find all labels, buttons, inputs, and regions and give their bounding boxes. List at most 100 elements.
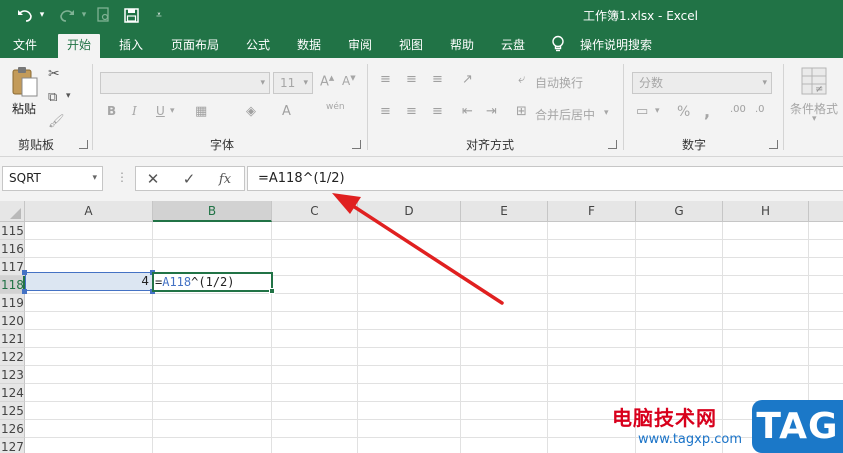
tab-page-layout[interactable]: 页面布局 — [162, 34, 228, 58]
tab-file[interactable]: 文件 — [4, 34, 46, 58]
tab-cloud[interactable]: 云盘 — [492, 34, 534, 58]
row-header[interactable]: 123 — [0, 366, 25, 384]
italic-button[interactable]: I — [132, 104, 137, 118]
clipboard-group-label: 剪贴板 — [18, 138, 55, 152]
align-left-icon[interactable]: ≡ — [380, 104, 391, 120]
decrease-font-icon[interactable]: A▼ — [342, 74, 356, 88]
tab-insert[interactable]: 插入 — [110, 34, 152, 58]
column-header-e[interactable]: E — [461, 201, 548, 222]
select-all-corner[interactable] — [0, 201, 25, 222]
row-header[interactable]: 119 — [0, 294, 25, 312]
tab-view[interactable]: 视图 — [390, 34, 432, 58]
paste-button[interactable]: 粘贴 — [12, 100, 36, 117]
column-header-b[interactable]: B — [153, 201, 272, 222]
accounting-format-icon[interactable]: ▭ — [636, 104, 648, 120]
decrease-decimal-icon[interactable]: .0 — [755, 102, 765, 118]
comma-style-button[interactable]: , — [704, 102, 710, 121]
tab-data[interactable]: 数据 — [288, 34, 330, 58]
copy-icon[interactable]: ⧉ — [48, 90, 57, 105]
column-header-h[interactable]: H — [723, 201, 809, 222]
reference-handle[interactable] — [22, 289, 27, 294]
tab-formulas[interactable]: 公式 — [237, 34, 279, 58]
percent-style-button[interactable]: % — [677, 104, 690, 120]
title-bar: ▾ ▾ ⩡ 工作簿1.xlsx - Excel — [0, 0, 843, 30]
row-header[interactable]: 115 — [0, 222, 25, 240]
column-header-f[interactable]: F — [548, 201, 636, 222]
column-header-c[interactable]: C — [272, 201, 358, 222]
undo-dropdown-icon[interactable]: ▾ — [36, 4, 48, 26]
top-align-icon[interactable]: ≡ — [380, 72, 391, 88]
conditional-format-dropdown-icon[interactable]: ▾ — [812, 114, 817, 124]
decrease-indent-icon[interactable]: ⇤ — [462, 104, 473, 120]
underline-button[interactable]: U — [156, 104, 165, 118]
row-header[interactable]: 127 — [0, 438, 25, 453]
group-divider — [623, 64, 624, 150]
align-center-icon[interactable]: ≡ — [406, 104, 417, 120]
middle-align-icon[interactable]: ≡ — [406, 72, 417, 88]
tab-help[interactable]: 帮助 — [441, 34, 483, 58]
wrap-text-icon[interactable]: ⤶ — [518, 72, 525, 88]
font-launcher-icon[interactable] — [352, 140, 361, 149]
name-box[interactable]: SQRT ▾ — [2, 166, 103, 191]
cell-b118-editing[interactable]: =A118^(1/2) — [152, 272, 273, 292]
undo-icon[interactable] — [14, 4, 36, 26]
redo-dropdown-icon[interactable]: ▾ — [78, 4, 90, 26]
cut-icon[interactable]: ✂ — [48, 66, 60, 82]
customize-qat-icon[interactable]: ⩡ — [152, 4, 166, 26]
formula-input[interactable]: =A118^(1/2) — [247, 166, 843, 191]
print-preview-icon[interactable] — [94, 4, 114, 26]
align-right-icon[interactable]: ≡ — [432, 104, 443, 120]
alignment-group-label: 对齐方式 — [466, 138, 515, 152]
tab-home[interactable]: 开始 — [58, 34, 101, 58]
row-header[interactable]: 122 — [0, 348, 25, 366]
watermark-url: www.tagxp.com — [638, 432, 742, 447]
merge-center-icon[interactable]: ⊞ — [516, 104, 527, 120]
paste-icon[interactable] — [10, 66, 40, 98]
cell-a118[interactable]: 4 — [25, 272, 153, 291]
reference-handle[interactable] — [22, 270, 27, 275]
insert-function-button[interactable]: fx — [213, 169, 237, 189]
number-format-dropdown[interactable]: 分数 ▾ — [632, 72, 772, 94]
tab-review[interactable]: 审阅 — [339, 34, 381, 58]
copy-dropdown-icon[interactable]: ▾ — [66, 91, 71, 101]
fill-handle[interactable] — [269, 288, 275, 294]
enter-button[interactable]: ✓ — [177, 169, 201, 189]
merge-dropdown-icon[interactable]: ▾ — [604, 108, 609, 118]
group-divider — [783, 64, 784, 150]
row-header[interactable]: 124 — [0, 384, 25, 402]
borders-icon[interactable]: ▦ — [195, 104, 207, 120]
row-header[interactable]: 116 — [0, 240, 25, 258]
bold-button[interactable]: B — [107, 104, 116, 118]
tell-me-search[interactable]: 操作说明搜索 — [571, 34, 661, 58]
conditional-format-icon[interactable]: ≠ — [800, 66, 828, 96]
orientation-icon[interactable]: ↗ — [462, 72, 473, 88]
alignment-launcher-icon[interactable] — [608, 140, 617, 149]
font-name-dropdown[interactable]: ▾ — [100, 72, 270, 94]
fill-color-icon[interactable]: ◈ — [246, 104, 256, 120]
row-header[interactable]: 121 — [0, 330, 25, 348]
wrap-text-button[interactable]: 自动换行 — [535, 74, 583, 91]
cancel-button[interactable]: ✕ — [141, 169, 165, 189]
row-header[interactable]: 125 — [0, 402, 25, 420]
column-header-a[interactable]: A — [25, 201, 153, 222]
bottom-align-icon[interactable]: ≡ — [432, 72, 443, 88]
increase-font-icon[interactable]: A▲ — [320, 74, 334, 89]
column-header-g[interactable]: G — [636, 201, 723, 222]
number-launcher-icon[interactable] — [769, 140, 778, 149]
underline-dropdown-icon[interactable]: ▾ — [170, 106, 175, 116]
font-color-icon[interactable]: A — [282, 104, 291, 120]
column-header-i[interactable] — [809, 201, 843, 222]
row-header[interactable]: 120 — [0, 312, 25, 330]
increase-decimal-icon[interactable]: .00 — [730, 102, 746, 118]
column-header-d[interactable]: D — [358, 201, 461, 222]
clipboard-launcher-icon[interactable] — [79, 140, 88, 149]
save-icon[interactable] — [121, 4, 141, 26]
format-painter-icon[interactable]: 🖌 — [48, 114, 65, 129]
font-size-dropdown[interactable]: 11 ▾ — [273, 72, 313, 94]
phonetic-guide-button[interactable]: wén — [326, 102, 345, 112]
redo-icon[interactable] — [56, 4, 78, 26]
accounting-dropdown-icon[interactable]: ▾ — [655, 106, 660, 116]
row-header[interactable]: 126 — [0, 420, 25, 438]
merge-center-button[interactable]: 合并后居中 — [535, 106, 595, 123]
increase-indent-icon[interactable]: ⇥ — [486, 104, 497, 120]
